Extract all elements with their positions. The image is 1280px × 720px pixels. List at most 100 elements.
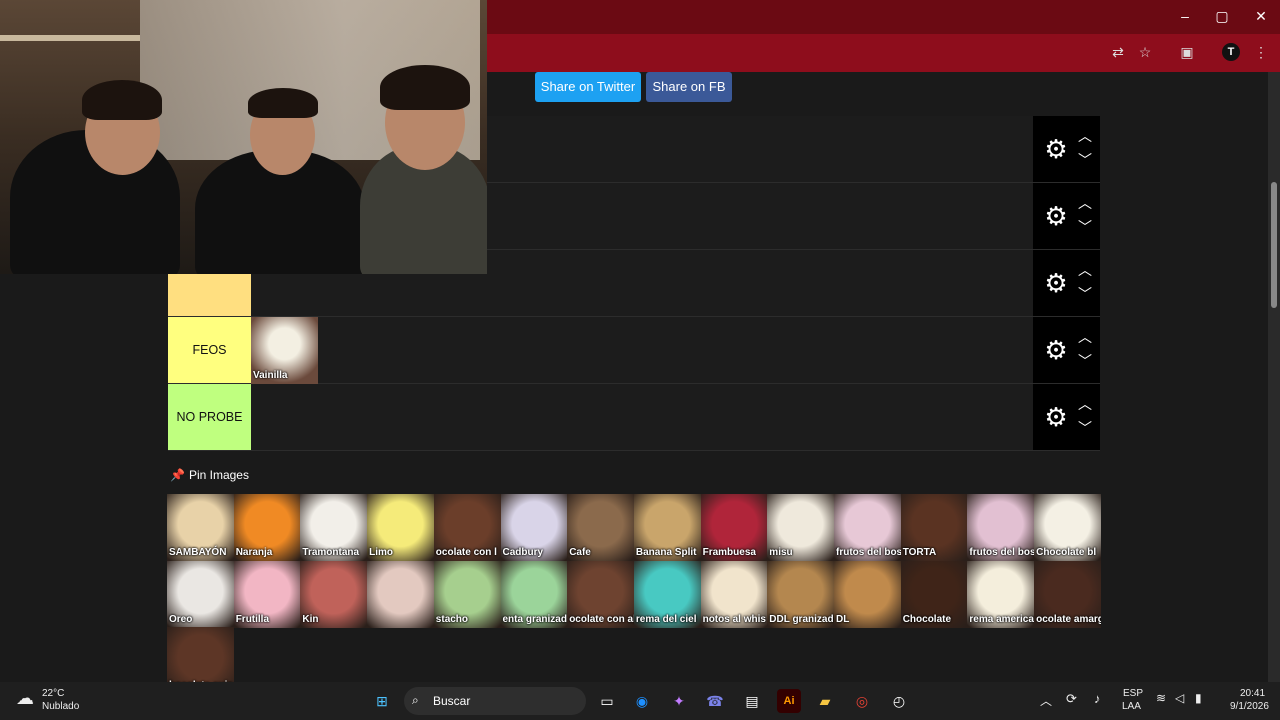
language-indicator[interactable]: ESP — [1123, 688, 1143, 699]
chevron-up-icon[interactable]: ︿ — [1075, 126, 1095, 146]
pool-image-tile[interactable] — [367, 560, 435, 628]
windows-taskbar: ☁ 22°C Nublado ⊞ ⌕ Buscar ▭ ◉ ✦ ☎ ▤ Ai ▰… — [0, 682, 1280, 720]
file-explorer-icon[interactable]: ▰ — [813, 689, 837, 713]
pool-image-tile[interactable]: Kin — [300, 560, 368, 628]
windows-start-icon[interactable]: ⊞ — [370, 689, 394, 713]
pool-image-tile[interactable]: Banana Split — [633, 494, 701, 561]
chrome-icon[interactable]: ◎ — [850, 689, 874, 713]
pool-image-label: Frambuesa — [702, 547, 756, 558]
chevron-up-icon[interactable]: ︿ — [1075, 394, 1095, 414]
teams-icon[interactable]: ☎ — [703, 689, 727, 713]
pool-image-tile[interactable]: Chocolate — [900, 560, 968, 628]
pool-image-tile[interactable]: TORTA — [900, 494, 968, 561]
pool-image-tile[interactable]: ocolate con l — [433, 494, 501, 561]
volume-icon[interactable]: ◁ — [1175, 691, 1184, 705]
chevron-up-icon[interactable]: ︿ — [1075, 193, 1095, 213]
pool-image-tile[interactable]: Chocolate bl — [1034, 494, 1102, 561]
clock-time[interactable]: 20:41 — [1240, 688, 1265, 699]
chevron-up-icon[interactable]: ︿ — [1075, 327, 1095, 347]
pool-image-tile[interactable]: Tramontana — [300, 494, 368, 561]
person-left-hair — [82, 80, 162, 120]
pool-image-tile[interactable]: stacho — [433, 560, 501, 628]
pin-images-toggle[interactable]: 📌 Pin Images — [170, 468, 249, 482]
pool-image-tile[interactable]: Frambuesa — [700, 494, 768, 561]
pool-image-tile[interactable]: Oreo — [167, 560, 234, 628]
task-view-icon[interactable]: ▭ — [595, 689, 619, 713]
gear-icon[interactable]: ⚙ — [1041, 134, 1071, 164]
pool-image-label: ocolate con almend — [569, 613, 634, 625]
chevron-up-icon[interactable]: ︿ — [1075, 260, 1095, 280]
pool-image-label: Tramontana — [302, 547, 360, 558]
pool-image-tile[interactable]: DL — [834, 560, 901, 628]
tier-label-no-probe[interactable]: NO PROBE — [168, 384, 251, 450]
sync-icon[interactable]: ⟳ — [1066, 691, 1077, 707]
pool-image-label: DL — [836, 613, 850, 625]
menu-icon[interactable]: ⋮ — [1250, 44, 1272, 62]
chevron-down-icon[interactable]: ﹀ — [1075, 217, 1095, 237]
chevron-down-icon[interactable]: ﹀ — [1075, 150, 1095, 170]
battery-icon[interactable]: ▮ — [1195, 691, 1202, 705]
profile-avatar[interactable]: T — [1222, 43, 1240, 61]
pool-image-label: Naranja — [235, 547, 273, 558]
pool-image-tile[interactable]: rema american — [967, 560, 1035, 628]
pool-image-tile[interactable]: ocolate amarg — [1034, 560, 1102, 628]
weather-desc[interactable]: Nublado — [42, 701, 79, 712]
pool-image-tile[interactable]: rema del ciel — [633, 560, 701, 628]
pool-image-tile[interactable]: enta granizad — [500, 560, 568, 628]
gear-icon[interactable]: ⚙ — [1041, 268, 1071, 298]
taskbar-search[interactable]: ⌕ Buscar — [404, 687, 586, 715]
copilot-icon[interactable]: ✦ — [667, 689, 691, 713]
restore-button[interactable]: ▢ — [1207, 8, 1237, 25]
gear-icon[interactable]: ⚙ — [1041, 402, 1071, 432]
weather-icon[interactable]: ☁ — [16, 688, 34, 709]
minimize-button[interactable]: – — [1170, 8, 1200, 24]
gear-icon[interactable]: ⚙ — [1041, 335, 1071, 365]
pool-image-tile[interactable]: SAMBAYÓN — [167, 494, 234, 561]
tier-drop-area[interactable] — [251, 384, 1033, 450]
scrollbar-thumb[interactable] — [1271, 182, 1277, 308]
close-button[interactable]: ✕ — [1246, 8, 1276, 25]
keyboard-layout[interactable]: LAA — [1122, 701, 1141, 712]
pool-image-label: stacho — [435, 613, 469, 625]
pool-image-tile[interactable]: frutos del bosque — [967, 494, 1035, 561]
extensions-icon[interactable]: ▣ — [1176, 44, 1198, 62]
person-center-hair — [248, 88, 318, 118]
weather-temp[interactable]: 22°C — [42, 688, 64, 699]
pool-image-tile[interactable]: Naranja — [233, 494, 301, 561]
microphone-icon[interactable]: ♪ — [1094, 691, 1101, 706]
chevron-down-icon[interactable]: ﹀ — [1075, 351, 1095, 371]
search-icon: ⌕ — [412, 693, 419, 707]
pool-image-tile[interactable]: Frutilla — [233, 560, 301, 628]
tier-controls: ⚙ ︿ ﹀ — [1033, 116, 1100, 182]
image-pool: SAMBAYÓN Naranja Tramontana Limo ocolate con… — [167, 494, 1102, 694]
chevron-down-icon[interactable]: ﹀ — [1075, 418, 1095, 438]
star-icon[interactable]: ☆ — [1134, 44, 1156, 62]
pool-image-tile[interactable]: notos al whis — [700, 560, 768, 628]
pool-image-tile[interactable]: ocolate con almend — [567, 560, 635, 628]
tier-row-feos: FEOS Vainilla ⚙ ︿ ﹀ — [168, 317, 1100, 384]
share-twitter-button[interactable]: Share on Twitter — [535, 72, 641, 102]
translate-icon[interactable]: ⇄ — [1107, 44, 1129, 62]
chevron-down-icon[interactable]: ﹀ — [1075, 284, 1095, 304]
clock-date[interactable]: 9/1/2026 — [1230, 701, 1269, 712]
page-scrollbar[interactable] — [1268, 72, 1280, 682]
tier-item-vainilla[interactable]: Vainilla — [251, 317, 318, 384]
gear-icon[interactable]: ⚙ — [1041, 201, 1071, 231]
illustrator-icon[interactable]: Ai — [777, 689, 801, 713]
pool-image-tile[interactable]: Limo — [367, 494, 435, 561]
pool-image-tile[interactable]: misu — [767, 494, 835, 561]
edge-icon[interactable]: ◉ — [630, 689, 654, 713]
pool-image-label: frutos del bosque — [836, 547, 901, 558]
share-fb-button[interactable]: Share on FB — [646, 72, 732, 102]
pool-image-tile[interactable]: frutos del bosque — [834, 494, 901, 561]
clock-app-icon[interactable]: ◴ — [887, 689, 911, 713]
tier-label-feos[interactable]: FEOS — [168, 317, 251, 383]
pool-image-tile[interactable]: Cafe — [567, 494, 635, 561]
store-icon[interactable]: ▤ — [740, 689, 764, 713]
pool-image-label: ocolate amarg — [1036, 613, 1102, 625]
pool-image-tile[interactable]: DDL granizado — [767, 560, 835, 628]
wifi-icon[interactable]: ≋ — [1156, 691, 1166, 705]
tier-drop-area[interactable]: Vainilla — [251, 317, 1033, 384]
pool-image-tile[interactable]: Cadbury — [500, 494, 568, 561]
tray-overflow-icon[interactable]: ︿ — [1040, 692, 1052, 709]
